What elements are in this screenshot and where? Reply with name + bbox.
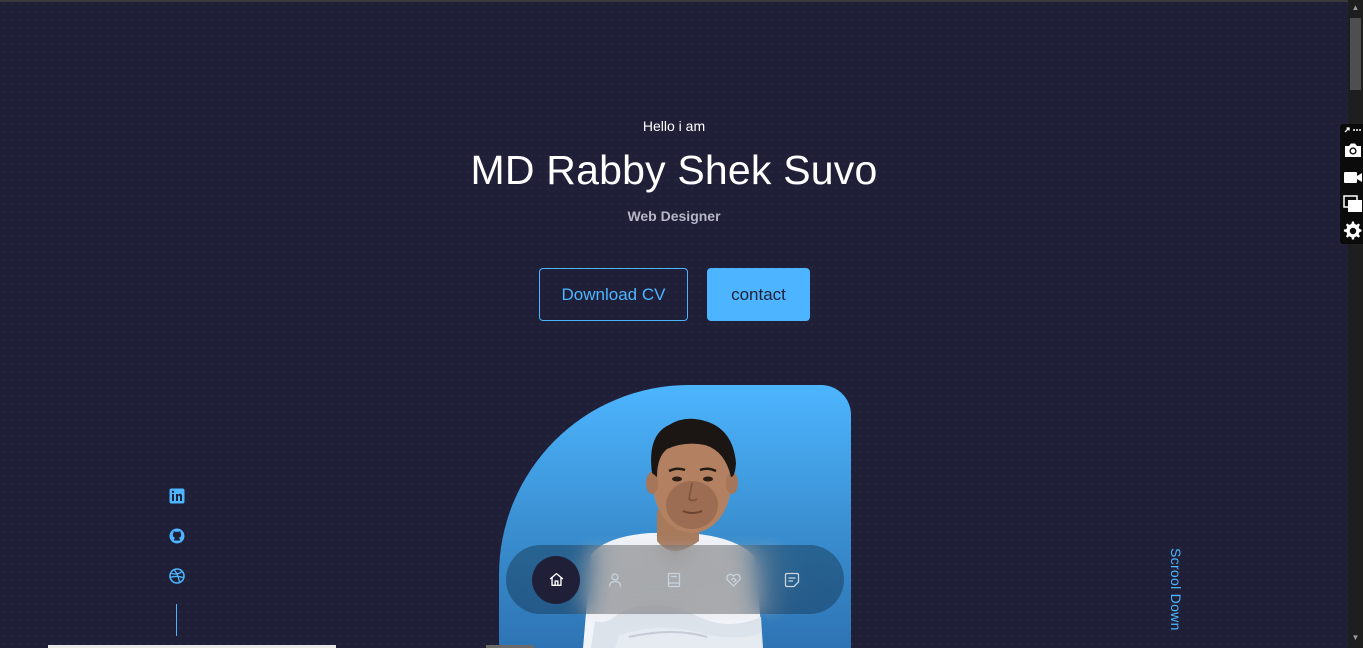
github-icon[interactable] [168, 527, 186, 545]
role-subtitle: Web Designer [627, 208, 721, 224]
home-icon [549, 572, 563, 587]
link-more-icon[interactable] [1342, 124, 1363, 136]
dribbble-icon[interactable] [168, 567, 186, 585]
vertical-scrollbar[interactable] [1348, 0, 1363, 648]
book-icon [667, 572, 681, 587]
contact-button[interactable]: contact [707, 268, 810, 321]
scrollbar-thumb[interactable] [1350, 18, 1361, 90]
scroll-down-link[interactable]: Scrool Down [1160, 548, 1184, 638]
nav-experience-button[interactable] [650, 556, 698, 604]
camera-icon[interactable] [1342, 140, 1363, 160]
user-icon [608, 572, 622, 587]
video-camera-icon[interactable] [1342, 167, 1363, 187]
scroll-down-arrow-icon[interactable]: ▼ [1350, 633, 1361, 643]
linkedin-icon[interactable] [168, 487, 186, 505]
scroll-up-arrow-icon[interactable]: ▲ [1350, 3, 1361, 13]
services-icon [725, 573, 741, 587]
nav-home-button[interactable] [532, 555, 580, 604]
settings-gear-icon[interactable] [1342, 221, 1363, 241]
nav-services-button[interactable] [709, 556, 757, 604]
floating-navbar [506, 545, 844, 614]
download-cv-button[interactable]: Download CV [539, 268, 688, 321]
window-capture-icon[interactable] [1342, 194, 1363, 214]
nav-about-button[interactable] [591, 556, 639, 604]
nav-contact-button[interactable] [768, 556, 816, 604]
message-icon [784, 572, 800, 587]
page-title: MD Rabby Shek Suvo [470, 147, 878, 193]
greeting-text: Hello i am [642, 118, 706, 134]
window-top-edge [0, 0, 1348, 2]
social-divider-line [176, 604, 177, 636]
